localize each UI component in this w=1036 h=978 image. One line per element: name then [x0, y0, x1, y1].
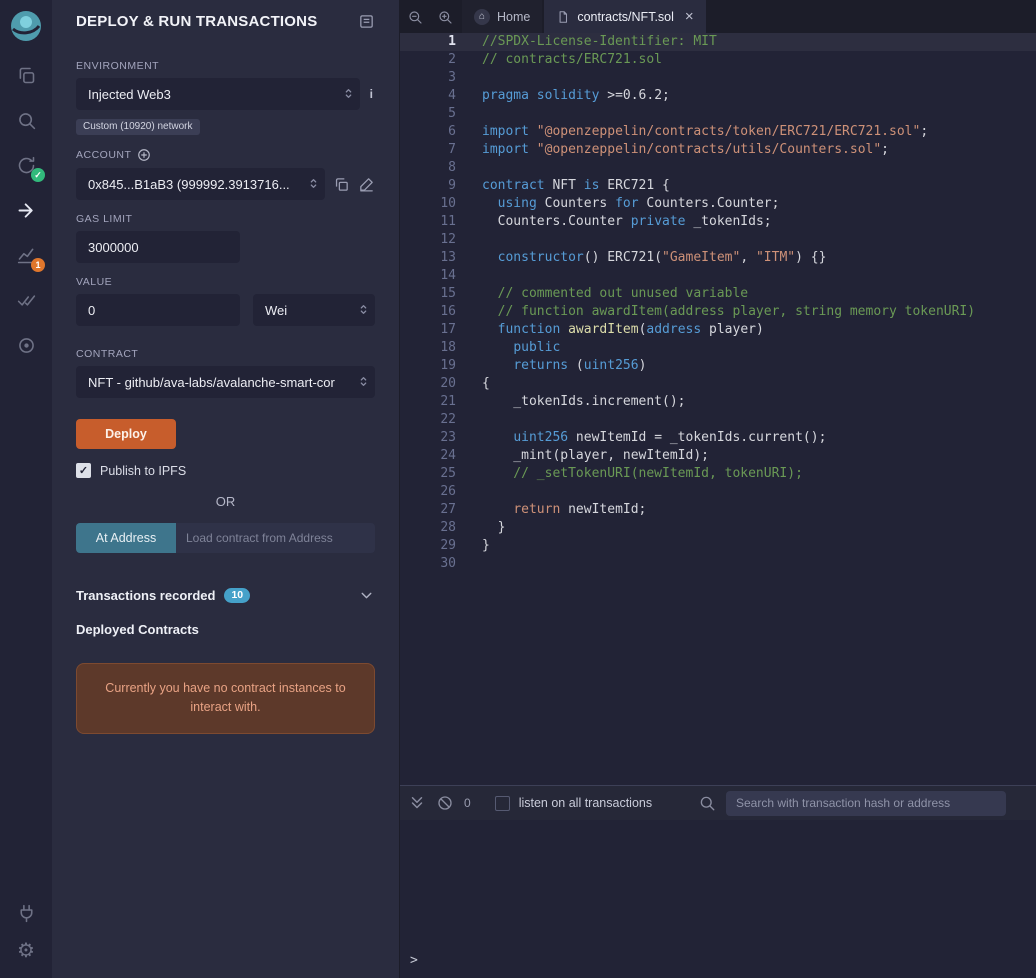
terminal: 0 listen on all transactions > [400, 785, 1036, 978]
deploy-button[interactable]: Deploy [76, 419, 176, 449]
select-caret-icon [357, 375, 370, 388]
select-caret-icon [342, 87, 355, 100]
environment-label: ENVIRONMENT [76, 60, 375, 72]
code-line[interactable]: 2// contracts/ERC721.sol [400, 51, 1036, 69]
editor-lines: 1//SPDX-License-Identifier: MIT2// contr… [400, 33, 1036, 573]
plugin-manager-icon[interactable] [13, 900, 39, 926]
edit-account-icon[interactable] [358, 176, 375, 193]
panel-doc-icon[interactable] [358, 13, 375, 30]
publish-ipfs-checkbox[interactable]: ✓ Publish to IPFS [76, 463, 375, 478]
deploy-run-panel: DEPLOY & RUN TRANSACTIONS ENVIRONMENT In… [52, 0, 400, 978]
zoom-out-icon[interactable] [400, 0, 430, 33]
value-unit-select[interactable]: Wei [253, 294, 375, 326]
terminal-output[interactable]: > [400, 820, 1036, 978]
copy-account-icon[interactable] [333, 176, 350, 193]
value-input[interactable] [76, 294, 240, 326]
account-label: ACCOUNT [76, 149, 131, 161]
solidity-file-icon [556, 10, 570, 24]
transactions-count-badge: 10 [224, 588, 250, 603]
tab-bar: ⌂ Home contracts/NFT.sol × [400, 0, 1036, 33]
gas-limit-label: GAS LIMIT [76, 213, 375, 225]
file-explorer-icon[interactable] [13, 62, 39, 88]
code-line[interactable]: 29} [400, 537, 1036, 555]
environment-info-icon[interactable]: i [368, 87, 375, 101]
checkbox-unchecked-icon [495, 796, 510, 811]
code-line[interactable]: 14 [400, 267, 1036, 285]
contract-select[interactable]: NFT - github/ava-labs/avalanche-smart-co… [76, 366, 375, 398]
value-label: VALUE [76, 276, 375, 288]
tab-home[interactable]: ⌂ Home [462, 0, 542, 33]
code-line[interactable]: 13 constructor() ERC721("GameItem", "ITM… [400, 249, 1036, 267]
environment-select[interactable]: Injected Web3 [76, 78, 360, 110]
checkbox-check-icon: ✓ [76, 463, 91, 478]
panel-title: DEPLOY & RUN TRANSACTIONS [76, 13, 317, 30]
code-line[interactable]: 12 [400, 231, 1036, 249]
code-line[interactable]: 24 _mint(player, newItemId); [400, 447, 1036, 465]
analysis-icon[interactable]: 1 [13, 242, 39, 268]
code-line[interactable]: 9contract NFT is ERC721 { [400, 177, 1036, 195]
tab-contracts-nft-sol[interactable]: contracts/NFT.sol × [544, 0, 705, 33]
code-line[interactable]: 5 [400, 105, 1036, 123]
code-line[interactable]: 7import "@openzeppelin/contracts/utils/C… [400, 141, 1036, 159]
code-line[interactable]: 6import "@openzeppelin/contracts/token/E… [400, 123, 1036, 141]
terminal-toolbar: 0 listen on all transactions [400, 786, 1036, 820]
code-editor[interactable]: 1//SPDX-License-Identifier: MIT2// contr… [400, 33, 1036, 785]
code-line[interactable]: 20{ [400, 375, 1036, 393]
remix-app: ✓ 1 ⚙ DEPLOY & RUN TRANSACTIONS [0, 0, 1036, 978]
expand-terminal-icon[interactable] [408, 794, 426, 812]
code-line[interactable]: 25 // _setTokenURI(newItemId, tokenURI); [400, 465, 1036, 483]
code-line[interactable]: 18 public [400, 339, 1036, 357]
terminal-prompt: > [410, 953, 418, 968]
account-select[interactable]: 0x845...B1aB3 (999992.3913716... [76, 168, 325, 200]
transactions-recorded-toggle[interactable]: Transactions recorded 10 [76, 587, 375, 604]
code-line[interactable]: 17 function awardItem(address player) [400, 321, 1036, 339]
select-caret-icon [357, 303, 370, 316]
gas-limit-input[interactable] [76, 231, 240, 263]
code-line[interactable]: 26 [400, 483, 1036, 501]
code-line[interactable]: 3 [400, 69, 1036, 87]
code-line[interactable]: 21 _tokenIds.increment(); [400, 393, 1036, 411]
debugger-icon[interactable] [13, 332, 39, 358]
compiler-success-badge: ✓ [31, 168, 45, 182]
code-line[interactable]: 8 [400, 159, 1036, 177]
code-line[interactable]: 15 // commented out unused variable [400, 285, 1036, 303]
contract-label: CONTRACT [76, 348, 375, 360]
code-line[interactable]: 4pragma solidity >=0.6.2; [400, 87, 1036, 105]
code-line[interactable]: 22 [400, 411, 1036, 429]
search-icon[interactable] [13, 107, 39, 133]
deployed-contracts-heading: Deployed Contracts [76, 622, 375, 637]
remix-logo-icon[interactable] [8, 8, 44, 44]
at-address-button[interactable]: At Address [76, 523, 176, 553]
home-icon: ⌂ [474, 9, 490, 25]
select-caret-icon [307, 177, 320, 190]
pending-tx-count: 0 [464, 796, 471, 810]
terminal-search-icon [698, 794, 716, 812]
close-tab-icon[interactable]: × [685, 9, 694, 24]
deploy-run-icon[interactable] [13, 197, 39, 223]
or-divider: OR [76, 494, 375, 509]
code-line[interactable]: 16 // function awardItem(address player,… [400, 303, 1036, 321]
at-address-input[interactable] [176, 523, 375, 553]
add-account-icon[interactable] [137, 148, 151, 162]
no-instances-alert: Currently you have no contract instances… [76, 663, 375, 734]
network-badge: Custom (10920) network [76, 119, 200, 135]
code-line[interactable]: 1//SPDX-License-Identifier: MIT [400, 33, 1036, 51]
zoom-in-icon[interactable] [430, 0, 460, 33]
settings-gear-icon[interactable]: ⚙ [13, 938, 39, 964]
listen-all-transactions-checkbox[interactable]: listen on all transactions [495, 796, 652, 811]
code-line[interactable]: 10 using Counters for Counters.Counter; [400, 195, 1036, 213]
code-line[interactable]: 30 [400, 555, 1036, 573]
terminal-search-input[interactable] [726, 791, 1006, 816]
code-line[interactable]: 28 } [400, 519, 1036, 537]
icon-sidebar: ✓ 1 ⚙ [0, 0, 52, 978]
chevron-down-icon [358, 587, 375, 604]
code-line[interactable]: 23 uint256 newItemId = _tokenIds.current… [400, 429, 1036, 447]
solidity-compiler-icon[interactable]: ✓ [13, 152, 39, 178]
unit-testing-icon[interactable] [13, 287, 39, 313]
code-line[interactable]: 27 return newItemId; [400, 501, 1036, 519]
code-line[interactable]: 11 Counters.Counter private _tokenIds; [400, 213, 1036, 231]
code-line[interactable]: 19 returns (uint256) [400, 357, 1036, 375]
clear-terminal-icon[interactable] [436, 794, 454, 812]
analysis-count-badge: 1 [31, 258, 45, 272]
